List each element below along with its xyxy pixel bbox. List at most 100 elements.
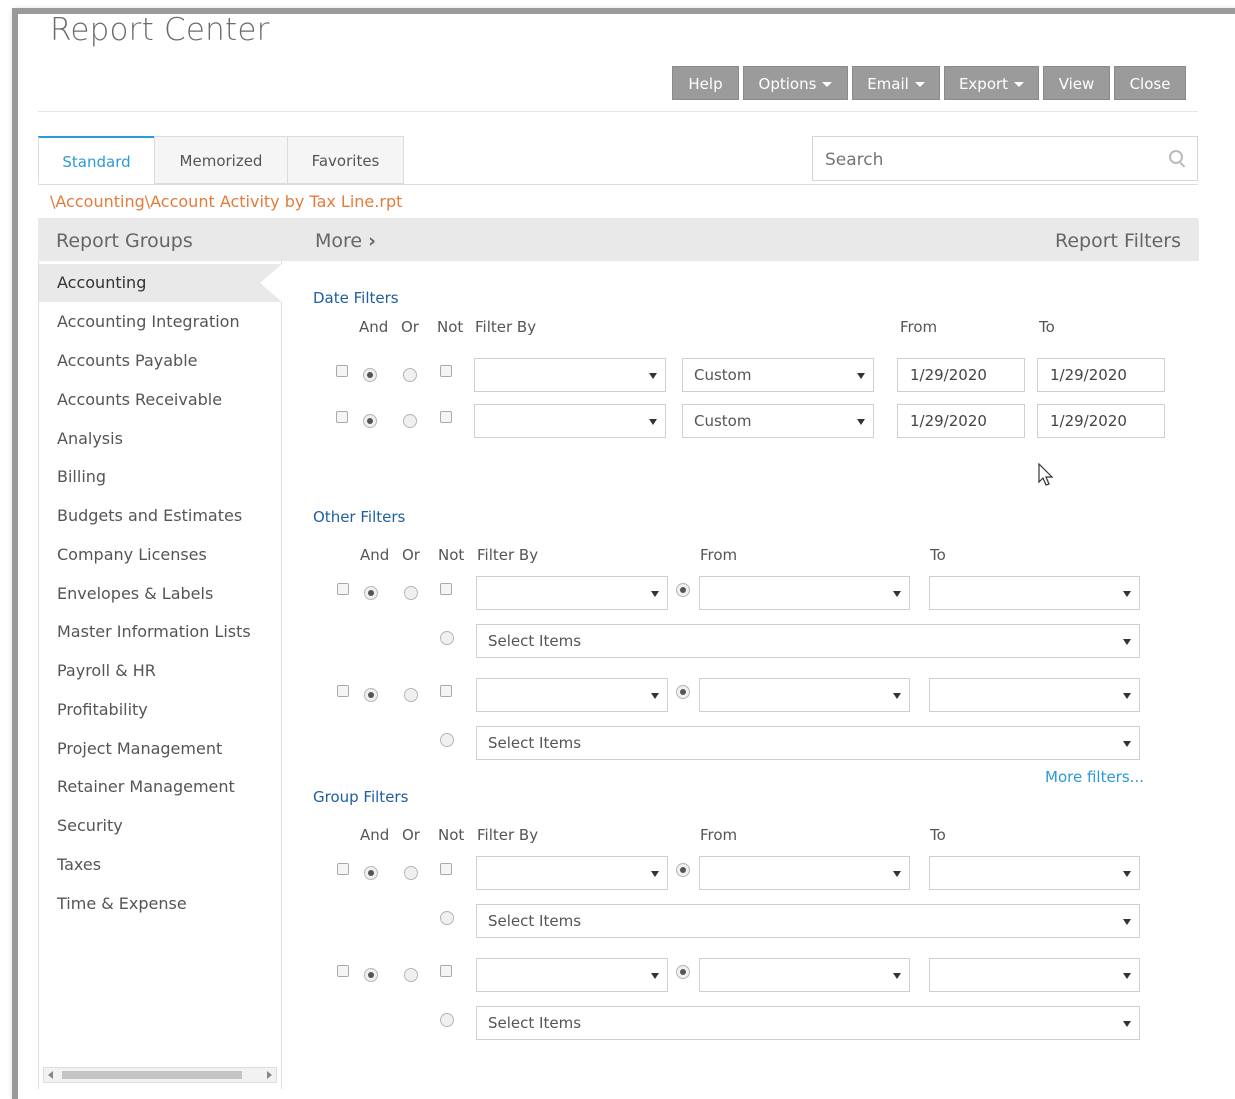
sidebar-item-payroll-hr[interactable]: Payroll & HR xyxy=(39,652,281,690)
scrollbar-thumb[interactable] xyxy=(62,1071,242,1079)
sidebar-item-taxes[interactable]: Taxes xyxy=(39,846,281,884)
and-radio[interactable] xyxy=(363,414,377,428)
col-or: Or xyxy=(402,826,420,844)
filter-by-select[interactable] xyxy=(476,576,668,610)
not-checkbox[interactable] xyxy=(440,583,452,595)
and-radio[interactable] xyxy=(364,586,378,600)
range-mode-radio[interactable] xyxy=(676,583,690,597)
col-filter-by: Filter By xyxy=(477,826,539,844)
select-items-mode-radio[interactable] xyxy=(440,733,454,747)
not-checkbox[interactable] xyxy=(440,863,452,875)
filter-by-select[interactable] xyxy=(476,856,668,890)
sidebar-item-retainer-management[interactable]: Retainer Management xyxy=(39,768,281,806)
sidebar-item-security[interactable]: Security xyxy=(39,807,281,845)
or-radio[interactable] xyxy=(404,586,418,600)
row-enable-checkbox[interactable] xyxy=(337,863,349,875)
not-checkbox[interactable] xyxy=(440,365,452,377)
or-radio[interactable] xyxy=(404,968,418,982)
caret-down-icon xyxy=(1014,82,1025,87)
from-date-input[interactable]: 1/29/2020 xyxy=(897,358,1025,392)
dropdown-arrow-icon xyxy=(1123,871,1131,877)
sidebar-item-accounts-receivable[interactable]: Accounts Receivable xyxy=(39,381,281,419)
to-date-input[interactable]: 1/29/2020 xyxy=(1037,358,1165,392)
range-mode-radio[interactable] xyxy=(676,965,690,979)
row-enable-checkbox[interactable] xyxy=(337,685,349,697)
range-mode-radio[interactable] xyxy=(676,685,690,699)
and-radio[interactable] xyxy=(364,968,378,982)
scroll-left-icon[interactable] xyxy=(48,1071,53,1079)
tab-standard[interactable]: Standard xyxy=(38,136,155,184)
to-select[interactable] xyxy=(929,576,1140,610)
filter-by-select[interactable] xyxy=(474,358,666,392)
sidebar-item-envelopes-labels[interactable]: Envelopes & Labels xyxy=(39,575,281,613)
dropdown-arrow-icon xyxy=(651,871,659,877)
search-input[interactable] xyxy=(823,145,1157,175)
select-items-mode-radio[interactable] xyxy=(440,911,454,925)
horizontal-scrollbar[interactable] xyxy=(43,1067,277,1083)
sidebar-item-budgets-and-estimates[interactable]: Budgets and Estimates xyxy=(39,497,281,535)
dropdown-arrow-icon xyxy=(1123,1021,1131,1027)
select-items-mode-radio[interactable] xyxy=(440,1013,454,1027)
not-checkbox[interactable] xyxy=(440,965,452,977)
tab-memorized[interactable]: Memorized xyxy=(154,136,288,184)
dropdown-arrow-icon xyxy=(893,693,901,699)
help-label: Help xyxy=(688,75,723,93)
more-filters-link[interactable]: More filters... xyxy=(1045,768,1144,786)
filter-by-select[interactable] xyxy=(476,678,668,712)
select-items-mode-radio[interactable] xyxy=(440,631,454,645)
divider xyxy=(38,111,1198,112)
email-button[interactable]: Email xyxy=(852,66,940,100)
select-items-dropdown[interactable]: Select Items xyxy=(476,1006,1140,1040)
sidebar-item-accounts-payable[interactable]: Accounts Payable xyxy=(39,342,281,380)
to-date-input[interactable]: 1/29/2020 xyxy=(1037,404,1165,438)
date-filters-title: Date Filters xyxy=(313,289,399,307)
or-radio[interactable] xyxy=(403,414,417,428)
to-select[interactable] xyxy=(929,678,1140,712)
sidebar-item-profitability[interactable]: Profitability xyxy=(39,691,281,729)
sidebar-item-analysis[interactable]: Analysis xyxy=(39,420,281,458)
from-select[interactable] xyxy=(699,576,910,610)
help-button[interactable]: Help xyxy=(672,66,739,100)
select-items-dropdown[interactable]: Select Items xyxy=(476,726,1140,760)
from-select[interactable] xyxy=(699,678,910,712)
sidebar-item-project-management[interactable]: Project Management xyxy=(39,730,281,768)
and-radio[interactable] xyxy=(363,368,377,382)
and-radio[interactable] xyxy=(364,688,378,702)
export-button[interactable]: Export xyxy=(944,66,1039,100)
sidebar-item-accounting[interactable]: Accounting xyxy=(39,264,282,302)
view-button[interactable]: View xyxy=(1043,66,1110,100)
or-radio[interactable] xyxy=(404,688,418,702)
or-radio[interactable] xyxy=(403,368,417,382)
to-select[interactable] xyxy=(929,958,1140,992)
row-enable-checkbox[interactable] xyxy=(336,365,348,377)
date-range-select[interactable]: Custom xyxy=(682,404,874,438)
options-button[interactable]: Options xyxy=(743,66,848,100)
date-range-select[interactable]: Custom xyxy=(682,358,874,392)
more-button[interactable]: More › xyxy=(315,230,376,252)
search-icon[interactable] xyxy=(1169,150,1183,164)
scroll-right-icon[interactable] xyxy=(267,1071,272,1079)
sidebar-item-master-information-lists[interactable]: Master Information Lists xyxy=(39,613,281,651)
to-select[interactable] xyxy=(929,856,1140,890)
sidebar-item-billing[interactable]: Billing xyxy=(39,458,281,496)
tab-favorites[interactable]: Favorites xyxy=(287,136,404,184)
filter-by-select[interactable] xyxy=(476,958,668,992)
not-checkbox[interactable] xyxy=(440,685,452,697)
row-enable-checkbox[interactable] xyxy=(337,583,349,595)
select-items-dropdown[interactable]: Select Items xyxy=(476,624,1140,658)
not-checkbox[interactable] xyxy=(440,411,452,423)
row-enable-checkbox[interactable] xyxy=(336,411,348,423)
sidebar-item-accounting-integration[interactable]: Accounting Integration xyxy=(39,303,281,341)
row-enable-checkbox[interactable] xyxy=(337,965,349,977)
from-select[interactable] xyxy=(699,958,910,992)
close-button[interactable]: Close xyxy=(1114,66,1186,100)
sidebar-item-company-licenses[interactable]: Company Licenses xyxy=(39,536,281,574)
from-select[interactable] xyxy=(699,856,910,890)
sidebar-item-time-expense[interactable]: Time & Expense xyxy=(39,885,281,923)
select-items-dropdown[interactable]: Select Items xyxy=(476,904,1140,938)
or-radio[interactable] xyxy=(404,866,418,880)
from-date-input[interactable]: 1/29/2020 xyxy=(897,404,1025,438)
range-mode-radio[interactable] xyxy=(676,863,690,877)
filter-by-select[interactable] xyxy=(474,404,666,438)
and-radio[interactable] xyxy=(364,866,378,880)
